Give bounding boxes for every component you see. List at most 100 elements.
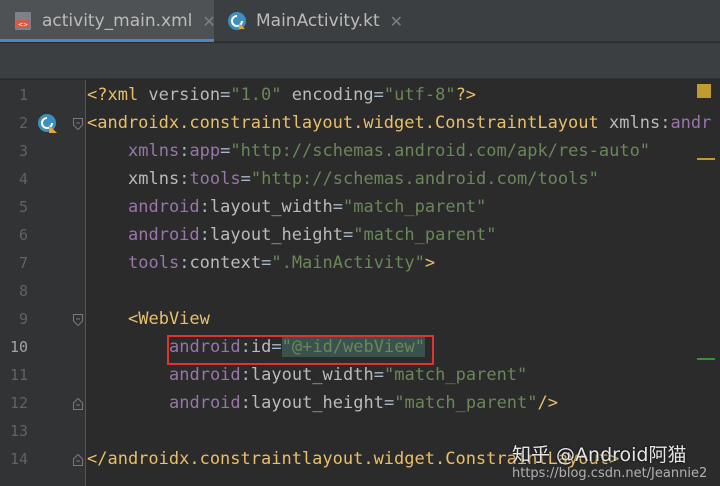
scrollbar-warning-mark[interactable] bbox=[697, 158, 715, 160]
fold-close-icon[interactable] bbox=[73, 398, 83, 410]
namespace: android bbox=[169, 393, 241, 413]
namespace: android bbox=[128, 197, 200, 217]
colon: : bbox=[179, 253, 190, 273]
attribute-name: andr bbox=[670, 113, 712, 133]
code-line-7: tools:context=".MainActivity"> bbox=[128, 249, 435, 277]
namespace: android bbox=[169, 365, 241, 385]
line-number: 12 bbox=[9, 394, 28, 412]
colon: : bbox=[660, 113, 671, 133]
close-tab-icon[interactable]: ✕ bbox=[390, 12, 403, 31]
equals: = bbox=[220, 141, 231, 161]
namespace: android bbox=[128, 225, 200, 245]
attribute-value: "http://schemas.android.com/apk/res-auto… bbox=[230, 141, 651, 161]
tab-main-activity-kt[interactable]: MainActivity.kt ✕ bbox=[214, 0, 404, 42]
fold-open-icon[interactable] bbox=[73, 118, 83, 130]
line-number: 11 bbox=[9, 366, 28, 384]
tab-label: MainActivity.kt bbox=[256, 11, 380, 31]
colon: : bbox=[179, 169, 190, 189]
line-number: 5 bbox=[18, 198, 28, 216]
colon: : bbox=[199, 225, 210, 245]
attribute-value-selected: "@+id/webView" bbox=[281, 337, 425, 357]
line-number: 7 bbox=[18, 254, 28, 272]
editor-tab-bar: <> activity_main.xml ✕ MainActivity.kt ✕ bbox=[0, 0, 720, 42]
colon: : bbox=[240, 337, 251, 357]
xml-file-icon: <> bbox=[12, 10, 34, 32]
code-line-1: <?xml version="1.0" encoding="utf-8"?> bbox=[87, 81, 476, 109]
attribute-value: ".MainActivity" bbox=[271, 253, 425, 273]
code-editor[interactable]: <?xml version="1.0" encoding="utf-8"?> <… bbox=[87, 80, 720, 486]
line-number-gutter: 1 2 3 4 5 6 7 8 9 10 11 12 13 14 bbox=[0, 80, 86, 486]
code-line-4: xmlns:tools="http://schemas.android.com/… bbox=[128, 165, 599, 193]
attribute-name: encoding bbox=[291, 85, 374, 105]
code-line-9: <WebView bbox=[128, 305, 210, 333]
equals: = bbox=[373, 85, 384, 105]
namespace: android bbox=[169, 337, 241, 357]
watermark-url: https://blog.csdn.net/Jeannie2 bbox=[512, 466, 708, 481]
equals: = bbox=[220, 85, 231, 105]
attribute-value: "http://schemas.android.com/tools" bbox=[250, 169, 599, 189]
colon: : bbox=[179, 141, 190, 161]
code-line-5: android:layout_width="match_parent" bbox=[128, 193, 486, 221]
colon: : bbox=[240, 365, 251, 385]
namespace: xmlns bbox=[128, 169, 180, 189]
attribute-name: layout_height bbox=[209, 225, 343, 245]
tag-open: <androidx.constraintlayout.widget.Constr… bbox=[87, 113, 599, 133]
xml-declaration-close: ?> bbox=[455, 85, 477, 105]
code-line-2: <androidx.constraintlayout.widget.Constr… bbox=[87, 109, 711, 137]
tab-activity-main-xml[interactable]: <> activity_main.xml ✕ bbox=[0, 0, 216, 42]
xml-declaration-open: <?xml bbox=[87, 85, 149, 105]
code-line-11: android:layout_width="match_parent" bbox=[169, 361, 527, 389]
colon: : bbox=[199, 197, 210, 217]
equals: = bbox=[373, 365, 384, 385]
tag-close: /> bbox=[537, 393, 558, 413]
attribute-name: app bbox=[189, 141, 221, 161]
line-number: 8 bbox=[18, 282, 28, 300]
equals: = bbox=[261, 253, 272, 273]
fold-open-icon[interactable] bbox=[73, 314, 83, 326]
attribute-name: version bbox=[148, 85, 221, 105]
line-number: 6 bbox=[18, 226, 28, 244]
related-activity-icon[interactable] bbox=[37, 113, 59, 135]
breadcrumb-toolbar bbox=[0, 43, 720, 79]
equals: = bbox=[383, 393, 395, 413]
line-number: 9 bbox=[18, 310, 28, 328]
namespace: xmlns bbox=[128, 141, 180, 161]
line-number: 1 bbox=[18, 86, 28, 104]
attribute-value: "match_parent" bbox=[342, 197, 487, 217]
equals: = bbox=[240, 169, 251, 189]
equals: = bbox=[342, 225, 354, 245]
equals: = bbox=[332, 197, 343, 217]
kotlin-activity-icon bbox=[226, 10, 248, 32]
code-line-10: android:id="@+id/webView" bbox=[169, 333, 425, 361]
attribute-value: "match_parent" bbox=[394, 393, 538, 413]
attribute-name: layout_width bbox=[209, 197, 333, 217]
tag-open: <WebView bbox=[128, 309, 210, 329]
line-number: 14 bbox=[9, 450, 28, 468]
attribute-value: "match_parent" bbox=[353, 225, 497, 245]
attribute-name: id bbox=[250, 337, 272, 357]
attribute-name: layout_height bbox=[250, 393, 384, 413]
code-line-12: android:layout_height="match_parent"/> bbox=[169, 389, 558, 417]
code-line-3: xmlns:app="http://schemas.android.com/ap… bbox=[128, 137, 650, 165]
fold-close-icon[interactable] bbox=[73, 454, 83, 466]
attribute-value: "utf-8" bbox=[383, 85, 456, 105]
attribute-value: "match_parent" bbox=[383, 365, 528, 385]
scrollbar-ok-mark bbox=[697, 358, 715, 360]
code-line-6: android:layout_height="match_parent" bbox=[128, 221, 497, 249]
warning-marker-icon[interactable] bbox=[697, 84, 711, 98]
namespace: tools bbox=[128, 253, 180, 273]
line-number: 4 bbox=[18, 170, 28, 188]
line-number: 3 bbox=[18, 142, 28, 160]
svg-text:<>: <> bbox=[18, 22, 28, 29]
line-number: 2 bbox=[18, 114, 28, 132]
attribute-name: context bbox=[189, 253, 262, 273]
line-number-current: 10 bbox=[9, 338, 28, 356]
line-number: 13 bbox=[9, 422, 28, 440]
namespace: xmlns bbox=[609, 113, 661, 133]
attribute-value: "1.0" bbox=[230, 85, 282, 105]
attribute-name: tools bbox=[189, 169, 241, 189]
equals: = bbox=[271, 337, 282, 357]
tab-label: activity_main.xml bbox=[42, 11, 193, 31]
tag-close: > bbox=[424, 253, 436, 273]
